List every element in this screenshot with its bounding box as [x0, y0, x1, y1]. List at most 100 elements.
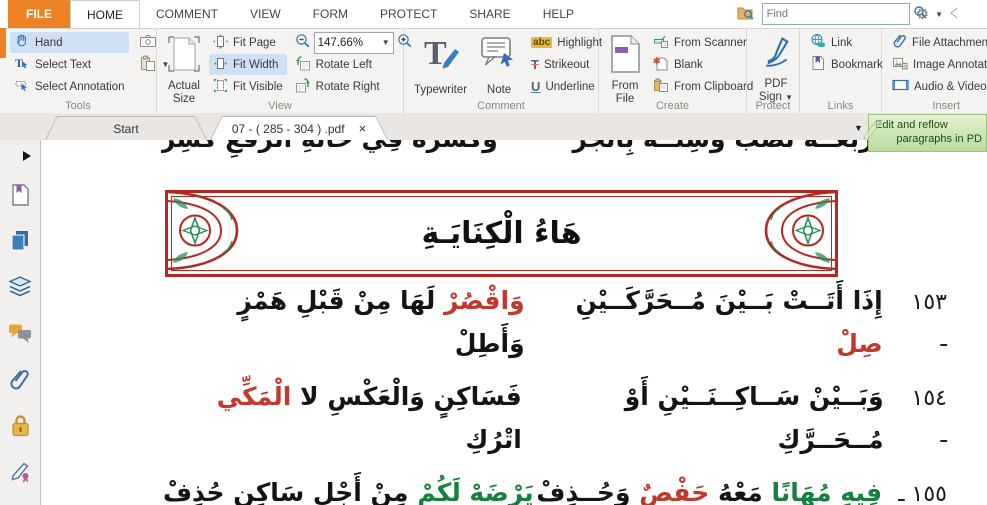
select-text-icon: T [14, 55, 30, 74]
pdf-sign-button[interactable]: PDFSign ▼ [753, 32, 799, 99]
section-title-frame: هَاءُ الْكِنَايَـةِ [165, 190, 838, 277]
bookmark-button[interactable]: Bookmark [806, 54, 887, 75]
find-folder-icon[interactable] [737, 5, 756, 24]
link-button[interactable]: Link [806, 32, 887, 53]
menu-form[interactable]: FORM [297, 0, 364, 28]
image-annotation-icon [892, 55, 908, 74]
reflow-tip-line2: paragraphs in PD [875, 132, 982, 146]
gear-icon[interactable]: ⚙ [916, 5, 929, 23]
tab-close-icon[interactable]: × [359, 122, 367, 135]
menu-file[interactable]: FILE [8, 0, 70, 28]
hand-tool-button[interactable]: Hand [10, 32, 129, 53]
find-box [762, 3, 910, 25]
tab-document[interactable]: 07 - ( 285 - 304 ) .pdf × [210, 116, 388, 140]
strikeout-button[interactable]: T Strikeout [527, 54, 606, 75]
highlight-button[interactable]: abc Highlight [527, 32, 606, 53]
audio-video-button[interactable]: Audio & Video [888, 76, 987, 97]
from-scanner-button[interactable]: From Scanner [649, 32, 757, 53]
expand-panel-button[interactable] [0, 140, 40, 172]
from-file-button[interactable]: FromFile [605, 32, 645, 99]
bookmarks-panel-button[interactable] [0, 172, 40, 218]
rotate-right-button[interactable]: Rotate Right [291, 76, 417, 97]
collapse-toolbar-icon[interactable] [949, 7, 959, 22]
verse-segment: حَفْصٌ [639, 478, 709, 505]
pages-panel-button[interactable] [0, 218, 40, 264]
menu-protect[interactable]: PROTECT [364, 0, 453, 28]
from-file-label: From [612, 80, 639, 92]
fit-page-button[interactable]: Fit Page [209, 32, 287, 53]
paste-icon [139, 54, 157, 75]
menu-bar: FILE HOME COMMENT VIEW FORM PROTECT SHAR… [0, 0, 987, 28]
attachments-panel-button[interactable] [0, 356, 40, 402]
verse-segment: الْمَكِّي [217, 382, 292, 411]
document-page[interactable]: ١٥٢ ـ أَرْبَعَــةٌ تُصَبْ وَسِتَّــةٌ بِ… [41, 140, 987, 505]
tab-start[interactable]: Start [45, 116, 207, 140]
blank-button[interactable]: ✱ Blank [649, 54, 757, 75]
group-protect-label: Protect [747, 100, 799, 112]
gear-dropdown-icon[interactable]: ▼ [935, 10, 943, 19]
security-panel-button[interactable] [0, 402, 40, 448]
find-input[interactable] [763, 8, 913, 20]
from-scanner-icon [653, 33, 669, 52]
verse-segment: وَاقْصُرْ [444, 286, 525, 315]
image-annotation-button[interactable]: Image Annotation [888, 54, 987, 75]
fit-width-label: Fit Width [233, 59, 278, 71]
menu-help[interactable]: HELP [527, 0, 590, 28]
pdf-sign-label: PDF [765, 78, 788, 90]
hemistich-left: وَاقْصُرْ لَهَا مِنْ قَبْلِ هَمْزٍ وَأَط… [163, 280, 525, 365]
blank-label: Blank [674, 59, 703, 71]
verse-segment: فِيهِ مُهَانًا [763, 478, 882, 505]
edit-reflow-tooltip[interactable]: Edit and reflow paragraphs in PD [868, 114, 987, 152]
accent-strip [0, 28, 6, 58]
signature-panel-button[interactable] [0, 448, 40, 494]
from-clipboard-button[interactable]: From Clipboard [649, 76, 757, 97]
actual-size-button[interactable]: ActualSize [163, 32, 205, 99]
group-comment-label: Comment [404, 100, 598, 112]
verse-segment: فَسَاكِنٍ وَالْعَكْسِ لا [291, 382, 521, 411]
verse-number: ١٥٥ ـ [898, 476, 947, 505]
frame-ornament-left [165, 190, 261, 271]
underline-button[interactable]: U Underline [527, 76, 606, 97]
file-attachment-button[interactable]: File Attachment [888, 32, 987, 53]
snapshot-icon [139, 33, 157, 52]
bookmarks-panel-icon [9, 183, 31, 207]
hand-icon [14, 33, 30, 52]
typewriter-button[interactable]: T Typewriter [410, 32, 471, 99]
verse-segment: وَحُــذِفْ [536, 478, 639, 505]
select-text-button[interactable]: T Select Text [10, 54, 129, 75]
hand-tool-label: Hand [35, 37, 63, 49]
link-label: Link [831, 37, 852, 49]
highlight-label: Highlight [557, 37, 602, 49]
note-label: Note [487, 84, 511, 97]
comments-panel-button[interactable] [0, 310, 40, 356]
strikeout-label: Strikeout [544, 59, 589, 71]
fit-visible-button[interactable]: Fit Visible [209, 76, 287, 97]
zoom-dropdown-icon[interactable]: ▼ [382, 38, 390, 47]
fit-width-button[interactable]: Fit Width [209, 54, 287, 75]
select-annotation-label: Select Annotation [35, 81, 125, 93]
menu-comment[interactable]: COMMENT [140, 0, 234, 28]
zoom-level-combobox[interactable]: 147.66% ▼ [314, 32, 394, 54]
attachments-panel-icon [9, 368, 31, 390]
layers-panel-button[interactable] [0, 264, 40, 310]
rotate-left-label: Rotate Left [316, 59, 372, 71]
verse-list: ١٥٣ ـإِذَا أَتَــتْ بَــيْنَ مُــحَرَّكَ… [163, 280, 947, 505]
menu-share[interactable]: SHARE [453, 0, 526, 28]
typewriter-label: Typewriter [414, 84, 467, 97]
strikeout-icon: T [531, 57, 539, 72]
select-annotation-button[interactable]: Select Annotation [10, 76, 129, 97]
image-annotation-label: Image Annotation [913, 59, 987, 71]
file-attachment-icon [892, 33, 907, 52]
note-button[interactable]: Note [475, 32, 523, 99]
bookmark-icon [810, 55, 826, 74]
frame-ornament-right [742, 190, 838, 271]
menu-view[interactable]: VIEW [234, 0, 297, 28]
menu-home[interactable]: HOME [70, 0, 140, 28]
zoom-out-icon[interactable] [295, 33, 311, 52]
verse-segment: اتْرُكِ [465, 425, 521, 454]
svg-text:✱: ✱ [653, 56, 661, 66]
verse-segment: صِلْ [836, 329, 882, 358]
rotate-left-button[interactable]: Rotate Left [291, 54, 417, 75]
verse-segment: مِنْ أَجْلِ سَاكِنٍ حُذِفْ [163, 478, 417, 505]
group-insert: File Attachment Image Annotation Audio &… [882, 29, 987, 113]
